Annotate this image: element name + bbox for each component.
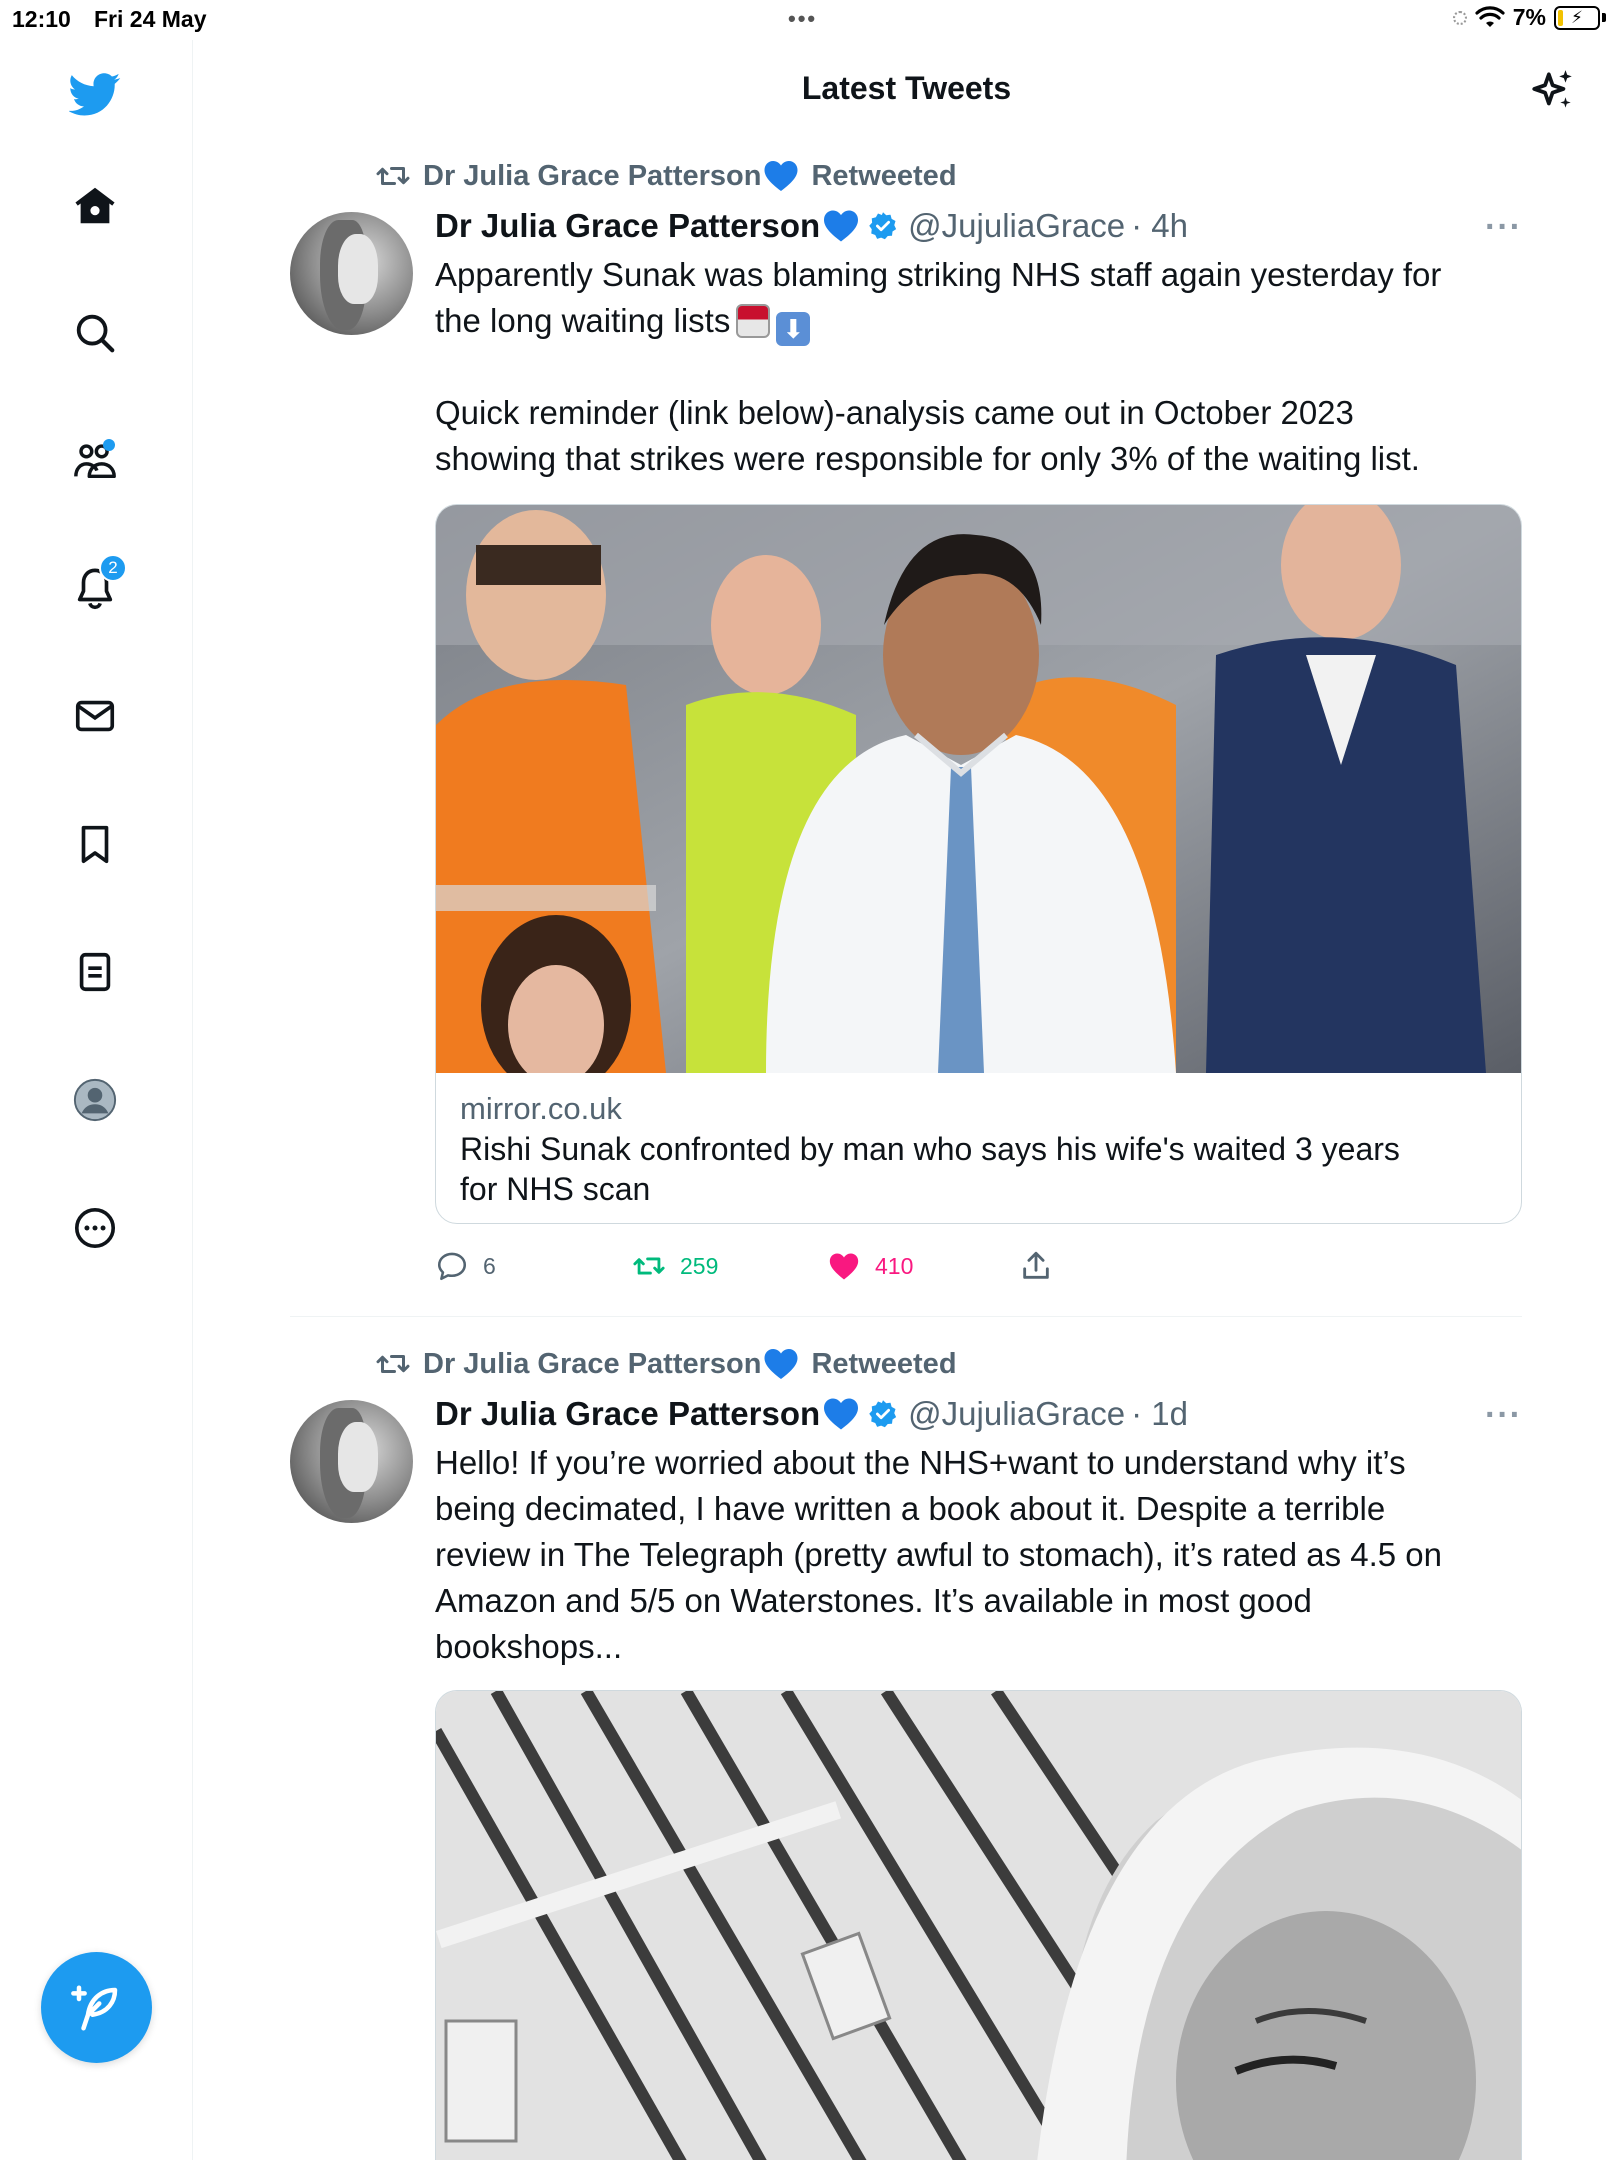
status-bar: 12:10 Fri 24 May ••• 7% ⚡ (0, 0, 1620, 40)
reply-icon (437, 1252, 467, 1281)
blue-heart-emoji-icon (824, 1398, 859, 1430)
feather-plus-icon (70, 1985, 117, 2030)
retweeted-label: Retweeted (811, 1347, 957, 1380)
activity-icon (1452, 10, 1467, 25)
retweet-button[interactable]: 259 (632, 1246, 718, 1286)
verified-badge-icon (869, 212, 897, 240)
retweeter-name[interactable]: Dr Julia Grace Patterson (423, 1348, 761, 1381)
blue-heart-emoji-icon (824, 210, 859, 242)
tweet-text: Apparently Sunak was blaming striking NH… (435, 252, 1522, 346)
status-right: 7% ⚡ (1452, 4, 1606, 31)
reply-count: 6 (483, 1252, 496, 1279)
verified-badge-icon (869, 1400, 897, 1428)
tweet-photo[interactable] (435, 1690, 1522, 2160)
tweet[interactable]: Dr Julia Grace Patterson Retweeted Dr Ju… (290, 156, 1522, 1306)
more-options-icon[interactable]: ··· (1485, 1396, 1522, 1435)
heart-filled-icon (829, 1253, 859, 1280)
multitasking-dots[interactable]: ••• (788, 6, 817, 32)
retweet-context[interactable]: Dr Julia Grace Patterson Retweeted (375, 1344, 957, 1384)
home-icon[interactable] (67, 178, 123, 234)
mail-icon[interactable] (67, 688, 123, 744)
link-card-image[interactable] (436, 505, 1521, 1073)
search-icon[interactable] (67, 305, 123, 361)
communities-dot (103, 439, 115, 451)
sidebar: 2 (0, 40, 193, 2160)
battery-cap (1602, 13, 1606, 22)
link-headline: Rishi Sunak confronted by man who says h… (460, 1131, 1400, 1207)
down-arrow-emoji-icon: ⬇ (776, 312, 811, 346)
tweet-divider (290, 1316, 1522, 1317)
lists-icon[interactable] (67, 944, 123, 1000)
share-icon (1023, 1251, 1049, 1279)
retweet-count: 259 (680, 1252, 719, 1279)
link-card[interactable]: mirror.co.uk Rishi Sunak confronted by m… (435, 504, 1522, 1224)
share-button[interactable] (1019, 1246, 1053, 1286)
tweet-author-row: Dr Julia Grace Patterson @JujuliaGrace ·… (435, 1392, 1188, 1436)
wifi-icon (1475, 5, 1505, 27)
tweet-text-2: Quick reminder (link below)-analysis cam… (435, 394, 1420, 477)
tweet-text: Hello! If you’re worried about the NHS+w… (435, 1444, 1443, 1665)
compose-tweet-button[interactable] (41, 1952, 152, 2063)
battery-icon: ⚡ (1554, 5, 1600, 30)
twitter-logo-icon[interactable] (67, 66, 123, 122)
tweet-author-row: Dr Julia Grace Patterson @JujuliaGrace ·… (435, 204, 1188, 248)
reply-button[interactable]: 6 (435, 1246, 496, 1286)
tweet[interactable]: Dr Julia Grace Patterson Retweeted Dr Ju… (290, 1344, 1522, 2160)
status-time: 12:10 (12, 6, 71, 32)
siren-emoji-icon (736, 304, 771, 338)
avatar[interactable] (290, 1400, 413, 1523)
blue-heart-emoji-icon (764, 161, 798, 191)
link-card-meta[interactable]: mirror.co.uk Rishi Sunak confronted by m… (436, 1073, 1521, 1223)
bell-icon[interactable]: 2 (67, 554, 127, 616)
tweet-text-part: Apparently Sunak was blaming striking NH… (435, 256, 1442, 339)
page-title: Latest Tweets (801, 70, 1012, 106)
tweet-time[interactable]: · 4h (1131, 207, 1188, 245)
author-name[interactable]: Dr Julia Grace Patterson (435, 1395, 820, 1433)
bookmark-icon[interactable] (67, 816, 123, 872)
retweet-icon (633, 1257, 665, 1275)
communities-icon[interactable] (67, 433, 123, 489)
profile-icon[interactable] (67, 1072, 123, 1128)
tweet-time[interactable]: · 1d (1131, 1395, 1188, 1433)
retweet-icon (376, 1355, 410, 1373)
notification-badge: 2 (99, 554, 127, 582)
retweet-icon (376, 167, 410, 185)
retweeted-label: Retweeted (811, 159, 957, 192)
sparkle-icon[interactable] (1528, 66, 1578, 116)
status-date: Fri 24 May (94, 6, 207, 32)
more-options-icon[interactable]: ··· (1485, 208, 1522, 247)
author-handle[interactable]: @JujuliaGrace (908, 207, 1125, 245)
blue-heart-emoji-icon (764, 1349, 798, 1379)
author-name[interactable]: Dr Julia Grace Patterson (435, 207, 820, 245)
like-count: 410 (875, 1252, 914, 1279)
retweet-context[interactable]: Dr Julia Grace Patterson Retweeted (375, 156, 957, 196)
retweeter-name[interactable]: Dr Julia Grace Patterson (423, 160, 761, 193)
battery-percent: 7% (1512, 4, 1546, 30)
tweet-actions: 6 259 410 (435, 1246, 1135, 1286)
author-handle[interactable]: @JujuliaGrace (908, 1395, 1125, 1433)
like-button[interactable]: 410 (827, 1246, 913, 1286)
link-domain: mirror.co.uk (460, 1091, 622, 1126)
avatar[interactable] (290, 212, 413, 335)
more-circle-icon[interactable] (67, 1200, 123, 1256)
timeline-header: Latest Tweets (193, 40, 1620, 140)
